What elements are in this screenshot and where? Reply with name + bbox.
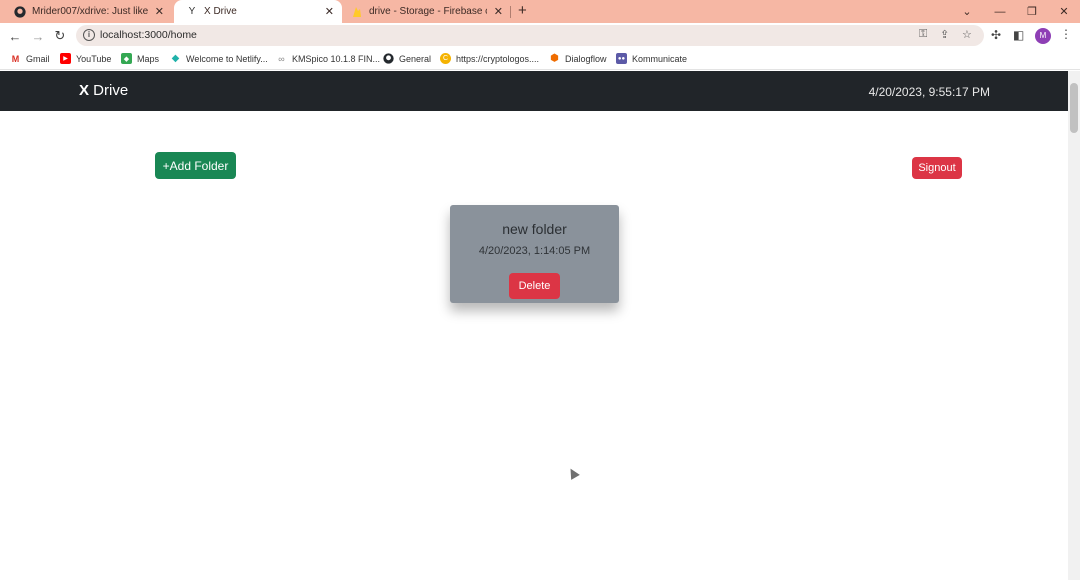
folder-card[interactable]: new folder 4/20/2023, 1:14:05 PM Delete bbox=[450, 205, 619, 303]
brand-x: X bbox=[79, 82, 90, 99]
info-icon[interactable]: i bbox=[83, 29, 95, 41]
star-icon[interactable]: ☆ bbox=[962, 28, 972, 41]
folder-name: new folder bbox=[502, 221, 567, 237]
tab-title: drive - Storage - Firebase consol bbox=[369, 6, 487, 17]
bookmark-label: https://cryptologos.... bbox=[456, 53, 540, 64]
brand-name: Drive bbox=[89, 82, 129, 99]
firebase-icon bbox=[351, 6, 363, 18]
youtube-icon: ▶ bbox=[60, 53, 71, 64]
xdrive-favicon-icon: Y bbox=[188, 6, 196, 17]
maximize-button[interactable]: ❐ bbox=[1016, 0, 1048, 23]
share-icon[interactable]: ⇪ bbox=[940, 28, 949, 41]
key-icon[interactable]: ⚿ bbox=[919, 28, 927, 41]
bookmark-label: General bbox=[399, 53, 432, 64]
gmail-icon: M bbox=[11, 53, 20, 64]
page-viewport: X Drive 4/20/2023, 9:55:17 PM +Add Folde… bbox=[0, 71, 1068, 580]
link-icon: ∞ bbox=[278, 53, 285, 64]
avatar[interactable]: M bbox=[1035, 28, 1051, 44]
close-icon[interactable]: ✕ bbox=[494, 5, 503, 18]
github-icon bbox=[383, 53, 394, 64]
tab-firebase[interactable]: drive - Storage - Firebase consol ✕ bbox=[343, 0, 511, 23]
folder-date: 4/20/2023, 1:14:05 PM bbox=[478, 245, 591, 257]
delete-folder-button[interactable]: Delete bbox=[509, 273, 560, 299]
mouse-cursor-icon bbox=[566, 466, 580, 480]
current-datetime: 4/20/2023, 9:55:17 PM bbox=[868, 85, 990, 99]
chat-icon: ●● bbox=[616, 53, 627, 64]
forward-button[interactable]: → bbox=[29, 27, 47, 45]
chevron-down-icon[interactable]: ⌄ bbox=[951, 0, 983, 23]
bookmark-kmspico[interactable]: ∞ KMSpico 10.1.8 FIN... bbox=[276, 53, 380, 64]
minimize-button[interactable]: — bbox=[984, 0, 1016, 23]
maps-icon: ◆ bbox=[121, 53, 132, 64]
bookmark-general[interactable]: General bbox=[383, 53, 431, 64]
bookmark-label: Maps bbox=[137, 53, 160, 64]
tab-strip: Mrider007/xdrive: Just like goog ✕ Y X D… bbox=[0, 0, 1080, 23]
tab-title: Mrider007/xdrive: Just like goog bbox=[32, 6, 150, 17]
new-tab-button[interactable]: + bbox=[518, 2, 527, 19]
tab-github[interactable]: Mrider007/xdrive: Just like goog ✕ bbox=[0, 0, 172, 23]
url-text[interactable]: localhost:3000/home bbox=[100, 29, 197, 41]
sidepanel-icon[interactable]: ◧ bbox=[1013, 28, 1024, 42]
close-icon[interactable]: ✕ bbox=[155, 5, 164, 18]
bookmark-netlify[interactable]: ◆ Welcome to Netlify... bbox=[170, 53, 268, 64]
bookmark-label: Dialogflow bbox=[565, 53, 607, 64]
bookmark-youtube[interactable]: ▶ YouTube bbox=[60, 53, 111, 64]
tab-title: X Drive bbox=[204, 6, 237, 17]
extensions-icon[interactable]: ✣ bbox=[991, 28, 1001, 42]
reload-button[interactable]: ↻ bbox=[51, 27, 69, 45]
scrollbar-thumb[interactable] bbox=[1070, 83, 1078, 133]
window-close-button[interactable]: ✕ bbox=[1048, 0, 1080, 23]
bookmarks-bar: M Gmail ▶ YouTube ◆ Maps ◆ Welcome to Ne… bbox=[0, 49, 1080, 70]
scrollbar[interactable] bbox=[1068, 71, 1080, 580]
tab-xdrive[interactable]: Y X Drive ✕ bbox=[174, 0, 342, 23]
bookmark-dialogflow[interactable]: ⬢ Dialogflow bbox=[549, 53, 607, 64]
app-navbar: X Drive 4/20/2023, 9:55:17 PM bbox=[0, 71, 1068, 111]
back-button[interactable]: ← bbox=[6, 27, 24, 45]
brand-logo[interactable]: X Drive bbox=[79, 82, 128, 99]
bookmark-kommunicate[interactable]: ●● Kommunicate bbox=[616, 53, 687, 64]
menu-icon[interactable]: ⋮ bbox=[1060, 27, 1072, 41]
main-content: +Add Folder Signout new folder 4/20/2023… bbox=[0, 111, 1068, 580]
coin-icon: C bbox=[440, 53, 451, 64]
netlify-icon: ◆ bbox=[171, 53, 180, 64]
signout-button[interactable]: Signout bbox=[912, 157, 962, 179]
bookmark-gmail[interactable]: M Gmail bbox=[10, 53, 50, 64]
bookmark-label: Welcome to Netlify... bbox=[186, 53, 268, 64]
close-icon[interactable]: ✕ bbox=[325, 5, 334, 18]
dialogflow-icon: ⬢ bbox=[550, 53, 559, 64]
address-bar[interactable]: i localhost:3000/home ⚿ ⇪ ☆ bbox=[76, 25, 984, 46]
bookmark-label: Kommunicate bbox=[632, 53, 688, 64]
bookmark-label: KMSpico 10.1.8 FIN... bbox=[292, 53, 381, 64]
add-folder-button[interactable]: +Add Folder bbox=[155, 152, 236, 179]
bookmark-cryptologos[interactable]: C https://cryptologos.... bbox=[440, 53, 539, 64]
github-icon bbox=[14, 5, 26, 18]
bookmark-label: Gmail bbox=[26, 53, 50, 64]
browser-toolbar: ← → ↻ i localhost:3000/home ⚿ ⇪ ☆ ✣ ◧ M … bbox=[0, 23, 1080, 49]
bookmark-label: YouTube bbox=[76, 53, 112, 64]
bookmark-maps[interactable]: ◆ Maps bbox=[121, 53, 159, 64]
